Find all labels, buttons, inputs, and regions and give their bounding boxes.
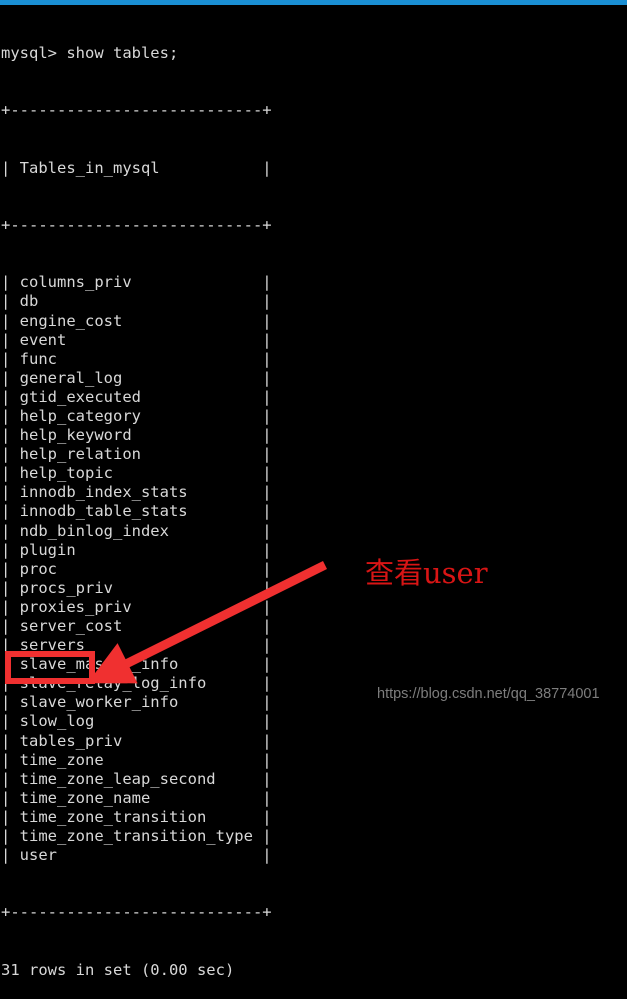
table-row: | help_topic | (1, 464, 272, 483)
table-row: | tables_priv | (1, 731, 272, 750)
table-row: | slave_master_info | (1, 655, 272, 674)
table-row: | help_relation | (1, 445, 272, 464)
table-row: | server_cost | (1, 617, 272, 635)
table-row: | innodb_table_stats | (1, 502, 272, 521)
table-row: | procs_priv | (1, 578, 272, 597)
table-row: | slow_log | (1, 712, 272, 731)
table-row: | proxies_priv | (1, 597, 272, 616)
table-row: | time_zone_transition_type | (1, 827, 272, 846)
table-row: | func | (1, 349, 272, 368)
table-row: | help_keyword | (1, 426, 272, 445)
table-row: | time_zone | (1, 750, 272, 769)
table-separator-header: +---------------------------+ (1, 216, 272, 235)
table-row: | user | (1, 846, 272, 865)
table-row: | help_category | (1, 406, 272, 425)
table-separator-bottom: +---------------------------+ (1, 903, 272, 922)
mysql-prompt-line: mysql> show tables; (1, 44, 179, 63)
table-row: | time_zone_transition | (1, 807, 272, 826)
terminal-output[interactable]: mysql> show tables; +-------------------… (0, 5, 627, 979)
table-header-row: | Tables_in_mysql | (1, 158, 272, 177)
table-separator-top: +---------------------------+ (1, 101, 272, 120)
result-status-line: 31 rows in set (0.00 sec) (1, 960, 235, 979)
table-row: | servers | (1, 636, 272, 655)
table-row: | innodb_index_stats | (1, 483, 272, 502)
table-row: | time_zone_leap_second | (1, 769, 272, 788)
table-row: | plugin | (1, 540, 272, 559)
table-row: | ndb_binlog_index | (1, 521, 272, 540)
table-row: | proc | (1, 559, 272, 578)
table-row: | engine_cost | (1, 311, 272, 330)
table-row: | event | (1, 330, 272, 349)
table-row: | time_zone_name | (1, 788, 272, 807)
table-row: | columns_priv | (1, 273, 272, 292)
chinese-note-label: 查看user (365, 556, 488, 590)
table-rows: | columns_priv | | db | | engine_cost | | e… (1, 273, 627, 865)
table-row: | general_log | (1, 368, 272, 387)
watermark-url: https://blog.csdn.net/qq_38774001 (377, 686, 600, 702)
table-row: | db | (1, 292, 272, 311)
table-row: | gtid_executed | (1, 387, 272, 406)
